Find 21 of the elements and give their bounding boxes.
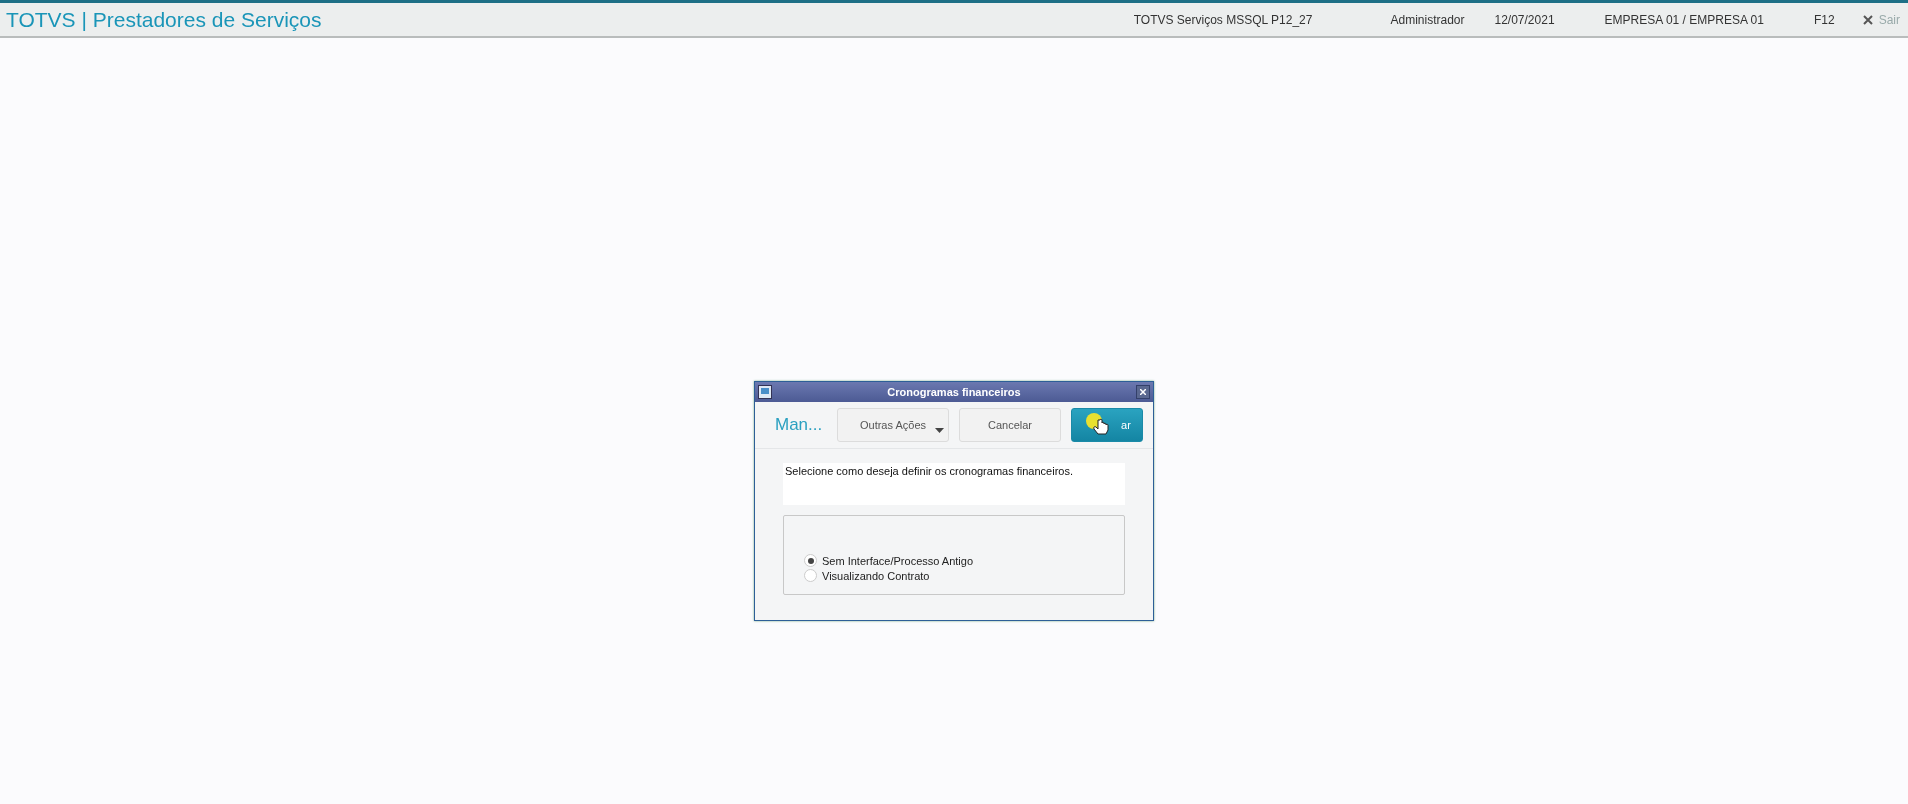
environment-label: TOTVS Serviços MSSQL P12_27 (1133, 12, 1313, 27)
form-heading: Man... (775, 415, 824, 435)
confirm-button[interactable]: ar (1071, 408, 1143, 442)
date-label: 12/07/2021 (1494, 12, 1555, 27)
instruction-text: Selecione como deseja definir os cronogramas financeiros. (783, 463, 1125, 505)
option-label: Sem Interface/Processo Antigo (822, 554, 974, 567)
close-icon (1862, 14, 1873, 25)
user-label: Administrador (1390, 12, 1465, 27)
close-icon (1140, 389, 1146, 395)
close-button[interactable] (1136, 385, 1150, 399)
caret-icon (935, 428, 944, 433)
option-label: Visualizando Contrato (822, 569, 930, 582)
help-key-label[interactable]: F12 (1813, 12, 1835, 27)
dialog-title: Cronogramas financeiros (886, 386, 1022, 398)
app-title: TOTVS | Prestadores de Serviços (6, 7, 323, 32)
radio-button[interactable] (804, 554, 817, 567)
company-label: EMPRESA 01 / EMPRESA 01 (1604, 12, 1764, 27)
window-icon (758, 385, 772, 399)
more-actions-button[interactable]: Outras Ações (837, 408, 949, 442)
radio-button[interactable] (804, 569, 817, 582)
cancel-button[interactable]: Cancelar (959, 408, 1061, 442)
